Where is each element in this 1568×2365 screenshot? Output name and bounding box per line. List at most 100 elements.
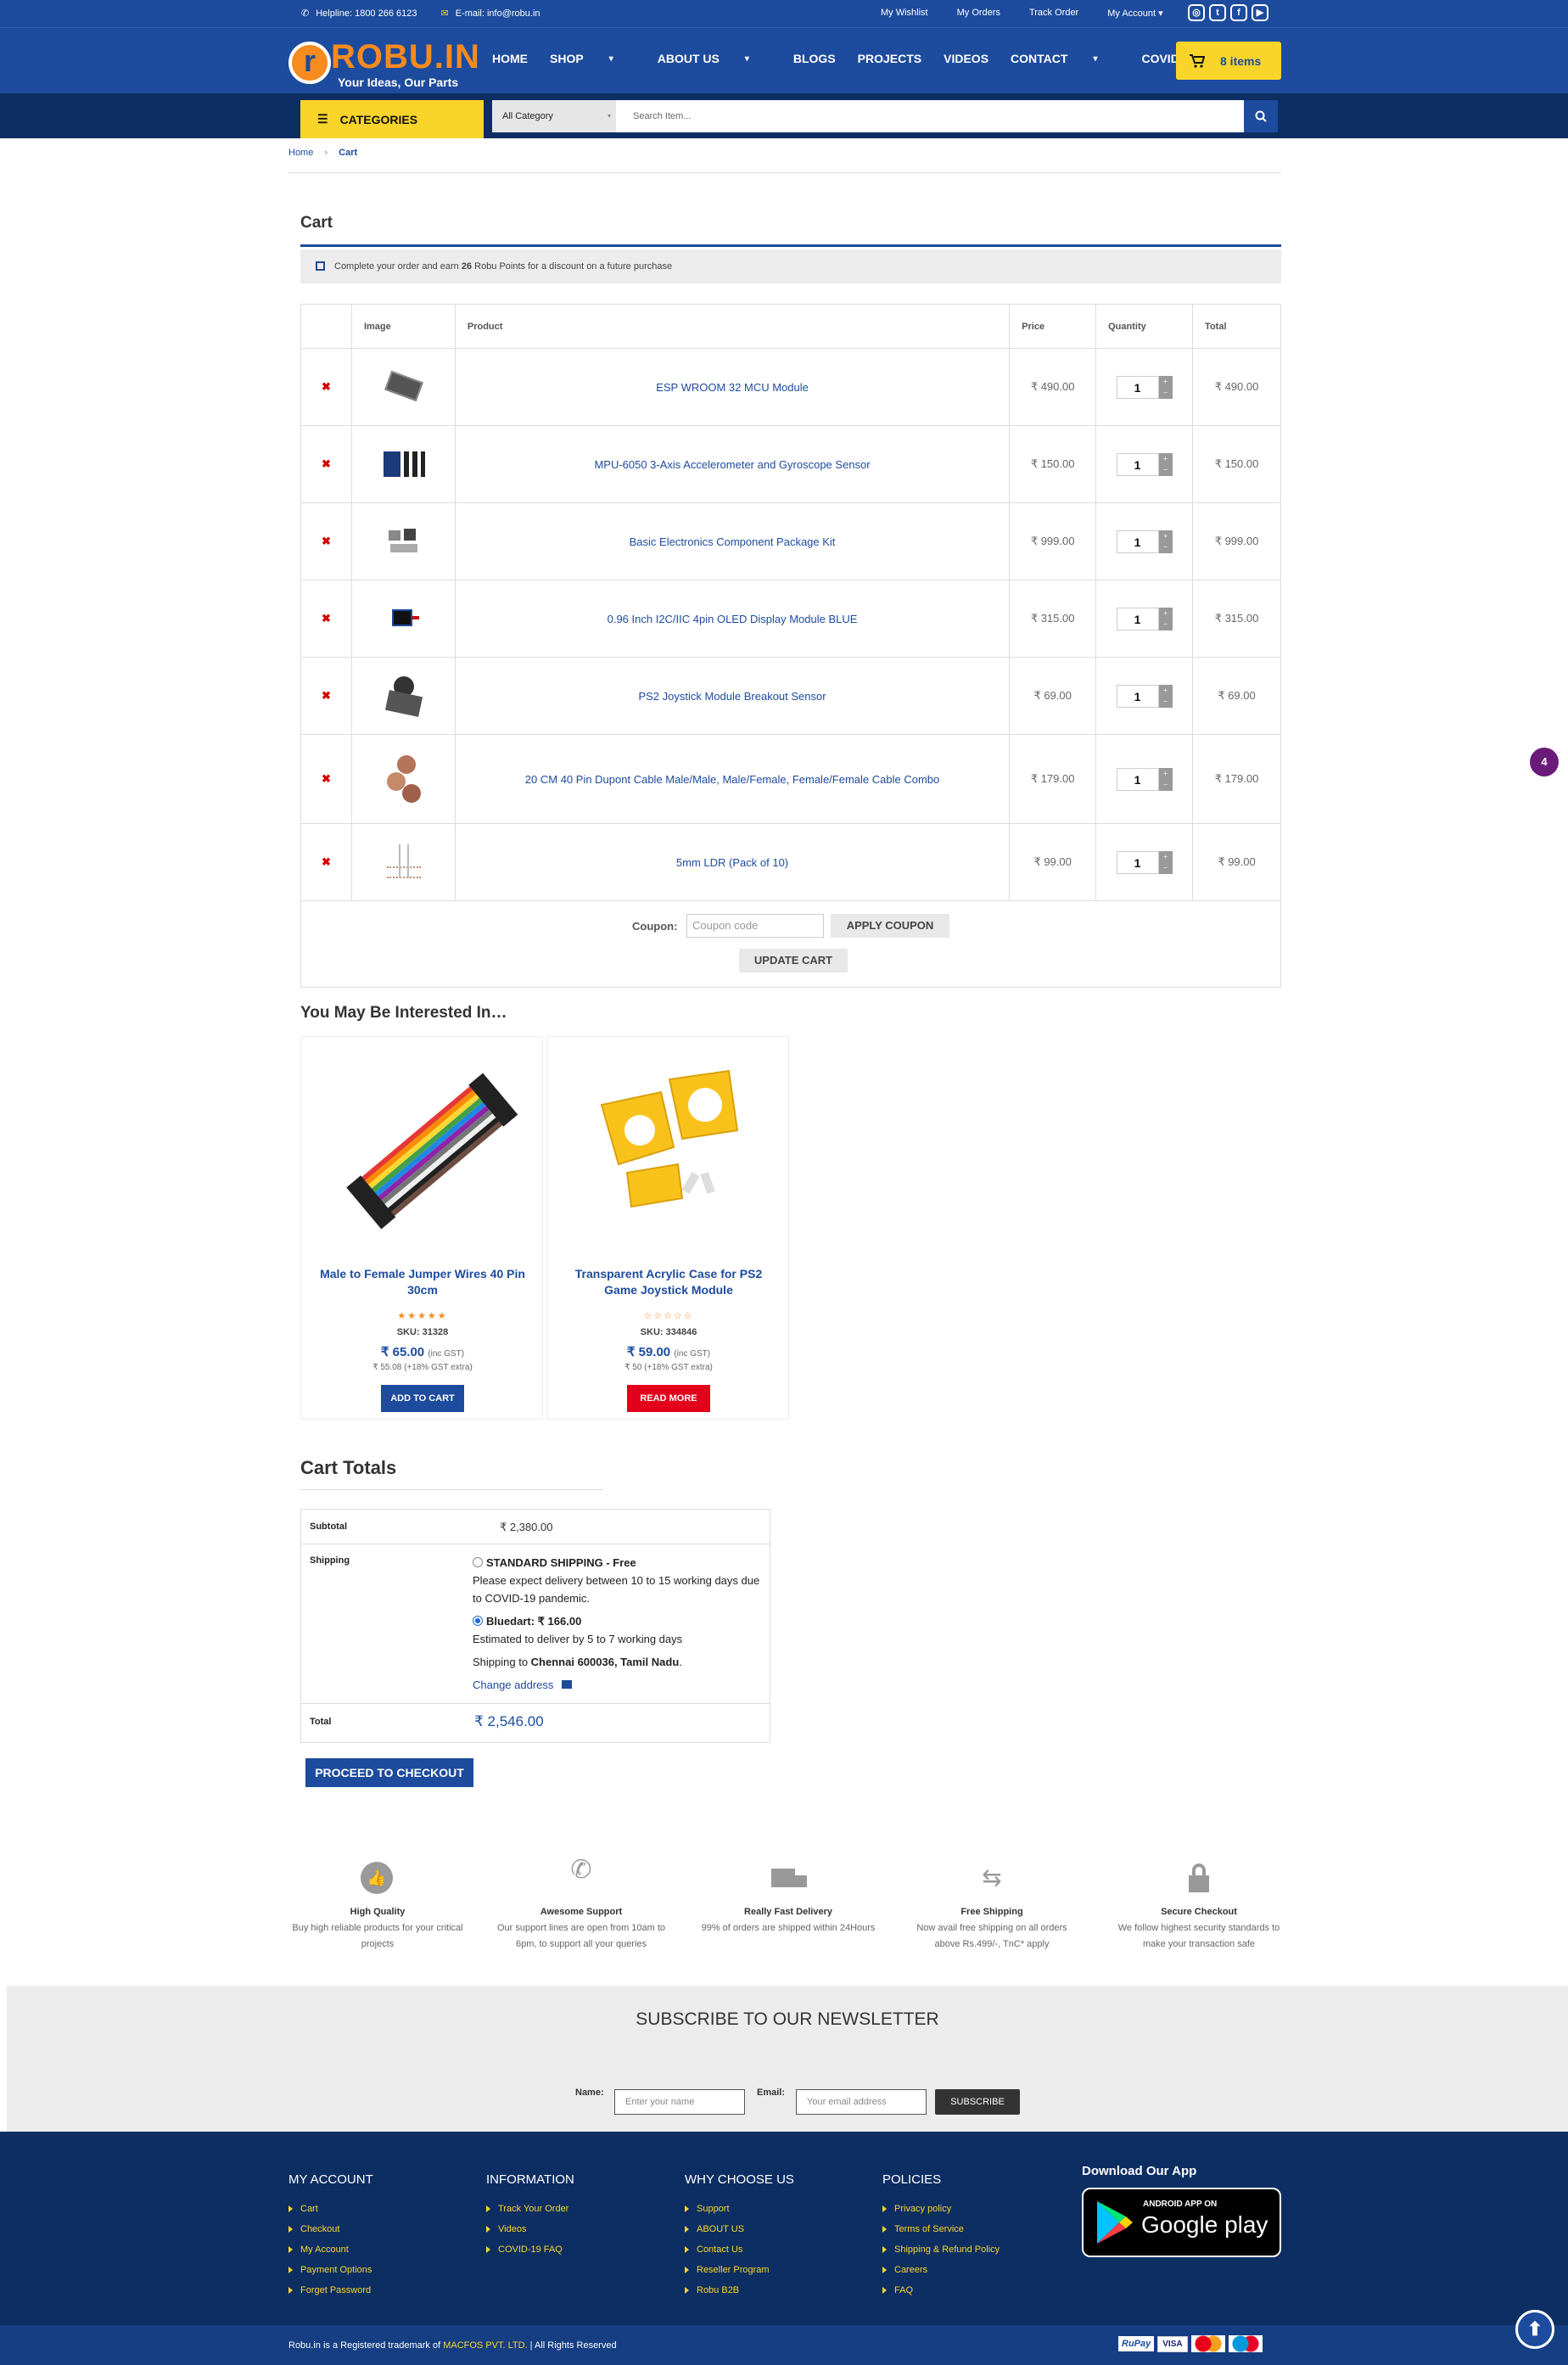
quantity-stepper[interactable]: 1 + − — [1096, 452, 1192, 476]
search-input[interactable]: Search Item... — [616, 100, 1244, 132]
google-play-badge[interactable]: ANDROID APP ON Google play — [1082, 2188, 1281, 2257]
stepper-arrows-icon[interactable]: + − — [1158, 452, 1173, 476]
stepper-arrows-icon[interactable]: + − — [1158, 607, 1173, 630]
product-thumbnail[interactable] — [350, 348, 456, 426]
footer-link[interactable]: Checkout — [288, 2224, 373, 2234]
product-thumbnail[interactable] — [350, 734, 456, 824]
my-wishlist-link[interactable]: My Wishlist — [881, 8, 928, 19]
product-card[interactable]: Transparent Acrylic Case for PS2 Game Jo… — [546, 1036, 789, 1420]
nav-about-us[interactable]: ABOUT US ▾ — [658, 52, 771, 65]
quantity-stepper[interactable]: 1 + − — [1096, 684, 1192, 708]
site-logo[interactable]: r ROBU.IN Your Ideas, Our Parts — [288, 36, 484, 89]
footer-link[interactable]: Forget Password — [288, 2285, 373, 2295]
nav-projects[interactable]: PROJECTS — [858, 52, 921, 65]
nav-home[interactable]: HOME — [492, 52, 528, 65]
company-link[interactable]: MACFOS PVT. LTD. — [443, 2340, 527, 2351]
nav-shop[interactable]: SHOP ▾ — [550, 52, 636, 65]
quantity-input[interactable]: 1 — [1116, 375, 1159, 399]
quantity-input[interactable]: 1 — [1116, 607, 1159, 630]
newsletter-name-input[interactable]: Enter your name — [614, 2089, 745, 2115]
quantity-input[interactable]: 1 — [1116, 684, 1159, 708]
helpline[interactable]: ✆ Helpline: 1800 266 6123 — [301, 8, 417, 20]
read-more-button[interactable]: READ MORE — [627, 1385, 710, 1412]
coupon-input[interactable]: Coupon code — [686, 914, 824, 938]
radio-checked-icon[interactable] — [473, 1616, 483, 1626]
remove-item-icon[interactable]: ✖ — [300, 657, 352, 735]
footer-link[interactable]: FAQ — [882, 2285, 1000, 2295]
email-link[interactable]: ✉ E-mail: info@robu.in — [440, 8, 540, 20]
product-thumbnail[interactable] — [350, 502, 456, 580]
change-address-link[interactable]: Change address — [473, 1676, 770, 1694]
product-name-link[interactable]: ESP WROOM 32 MCU Module — [454, 348, 1011, 426]
footer-link[interactable]: Track Your Order — [486, 2204, 574, 2214]
proceed-to-checkout-button[interactable]: PROCEED TO CHECKOUT — [305, 1758, 473, 1787]
add-to-cart-button[interactable]: ADD TO CART — [381, 1385, 464, 1412]
header-cart-button[interactable]: 8 items — [1176, 42, 1281, 80]
remove-item-icon[interactable]: ✖ — [300, 734, 352, 824]
product-card-name[interactable]: Transparent Acrylic Case for PS2 Game Jo… — [564, 1266, 773, 1298]
product-name-link[interactable]: 5mm LDR (Pack of 10) — [454, 823, 1011, 901]
categories-menu-button[interactable]: ☰ CATEGORIES — [300, 100, 484, 138]
product-card-name[interactable]: Male to Female Jumper Wires 40 Pin 30cm — [318, 1266, 527, 1298]
bluedart-shipping-option[interactable]: Bluedart: ₹ 166.00 — [473, 1612, 770, 1630]
product-name-link[interactable]: PS2 Joystick Module Breakout Sensor — [454, 657, 1011, 735]
my-orders-link[interactable]: My Orders — [957, 8, 1000, 19]
product-name-link[interactable]: Basic Electronics Component Package Kit — [454, 502, 1011, 580]
newsletter-email-input[interactable]: Your email address — [796, 2089, 927, 2115]
product-thumbnail[interactable] — [350, 425, 456, 503]
footer-link[interactable]: Payment Options — [288, 2265, 373, 2275]
remove-item-icon[interactable]: ✖ — [300, 502, 352, 580]
footer-link[interactable]: Contact Us — [685, 2245, 794, 2255]
footer-link[interactable]: Videos — [486, 2224, 574, 2234]
nav-blogs[interactable]: BLOGS — [793, 52, 836, 65]
quantity-input[interactable]: 1 — [1116, 530, 1159, 553]
product-name-link[interactable]: 20 CM 40 Pin Dupont Cable Male/Male, Mal… — [454, 734, 1011, 824]
radio-unchecked-icon[interactable] — [473, 1557, 483, 1567]
category-select[interactable]: All Category ▾ — [492, 100, 616, 132]
footer-link[interactable]: COVID-19 FAQ — [486, 2245, 574, 2255]
footer-link[interactable]: Reseller Program — [685, 2265, 794, 2275]
stepper-arrows-icon[interactable]: + − — [1158, 530, 1173, 553]
remove-item-icon[interactable]: ✖ — [300, 823, 352, 901]
quantity-stepper[interactable]: 1 + − — [1096, 375, 1192, 399]
scroll-to-top-button[interactable]: ⬆ — [1515, 2310, 1554, 2349]
quantity-stepper[interactable]: 1 + − — [1096, 607, 1192, 630]
stepper-arrows-icon[interactable]: + − — [1158, 767, 1173, 791]
quantity-stepper[interactable]: 1 + − — [1096, 850, 1192, 874]
product-name-link[interactable]: MPU-6050 3-Axis Accelerometer and Gyrosc… — [454, 425, 1011, 503]
standard-shipping-option[interactable]: STANDARD SHIPPING - Free — [473, 1554, 770, 1572]
quantity-input[interactable]: 1 — [1116, 767, 1159, 791]
product-thumbnail[interactable] — [350, 657, 456, 735]
quantity-input[interactable]: 1 — [1116, 850, 1159, 874]
footer-link[interactable]: Privacy policy — [882, 2204, 1000, 2214]
footer-link[interactable]: My Account — [288, 2245, 373, 2255]
quantity-stepper[interactable]: 1 + − — [1096, 530, 1192, 553]
footer-link[interactable]: Support — [685, 2204, 794, 2214]
footer-link[interactable]: ABOUT US — [685, 2224, 794, 2234]
product-thumbnail[interactable] — [350, 580, 456, 658]
remove-item-icon[interactable]: ✖ — [300, 425, 352, 503]
track-order-link[interactable]: Track Order — [1029, 8, 1078, 19]
nav-videos[interactable]: VIDEOS — [944, 52, 988, 65]
twitter-icon[interactable]: t — [1209, 4, 1226, 21]
remove-item-icon[interactable]: ✖ — [300, 580, 352, 658]
breadcrumb-home[interactable]: Home — [288, 148, 313, 158]
nav-contact[interactable]: CONTACT ▾ — [1011, 52, 1119, 65]
stepper-arrows-icon[interactable]: + − — [1158, 684, 1173, 708]
youtube-icon[interactable]: ▶ — [1252, 4, 1268, 21]
footer-link[interactable]: Cart — [288, 2204, 373, 2214]
my-account-menu[interactable]: My Account ▾ — [1107, 8, 1162, 19]
chat-notification-badge[interactable]: 4 — [1530, 748, 1559, 776]
facebook-icon[interactable]: f — [1230, 4, 1247, 21]
stepper-arrows-icon[interactable]: + − — [1158, 375, 1173, 399]
footer-link[interactable]: Careers — [882, 2265, 1000, 2275]
product-card[interactable]: Male to Female Jumper Wires 40 Pin 30cm … — [300, 1036, 543, 1420]
footer-link[interactable]: Robu B2B — [685, 2285, 794, 2295]
update-cart-button[interactable]: UPDATE CART — [739, 949, 848, 972]
footer-link[interactable]: Shipping & Refund Policy — [882, 2245, 1000, 2255]
quantity-input[interactable]: 1 — [1116, 452, 1159, 476]
instagram-icon[interactable]: ◎ — [1188, 4, 1205, 21]
quantity-stepper[interactable]: 1 + − — [1096, 767, 1192, 791]
product-thumbnail[interactable] — [350, 823, 456, 901]
product-name-link[interactable]: 0.96 Inch I2C/IIC 4pin OLED Display Modu… — [454, 580, 1011, 658]
